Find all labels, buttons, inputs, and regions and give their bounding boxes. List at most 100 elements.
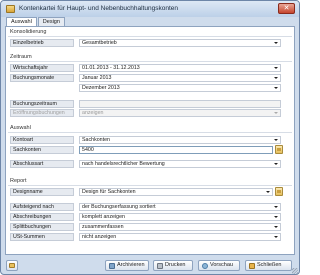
abschreibungen-label: Abschreibungen xyxy=(10,213,74,221)
buchungszeitraum-field xyxy=(79,100,281,108)
einzelbetrieb-value: Gesamtbetrieb xyxy=(82,40,117,46)
preview-button[interactable]: Vorschau xyxy=(198,260,240,271)
title-bar: Kontenkartei für Haupt- und Nebenbuchhal… xyxy=(1,1,299,17)
folder-app-icon xyxy=(6,5,15,13)
chevron-down-icon xyxy=(274,226,278,228)
row-eroeffnungsbuchungen: Eröffnungsbuchungen anzeigen xyxy=(10,109,281,117)
buchungsmonate-from-value: Januar 2013 xyxy=(82,75,112,81)
print-button-label: Drucken xyxy=(165,262,186,268)
einzelbetrieb-select[interactable]: Gesamtbetrieb xyxy=(79,39,281,47)
kontenkartei-window: Kontenkartei für Haupt- und Nebenbuchhal… xyxy=(0,0,300,275)
buchungszeitraum-label: Buchungszeitraum xyxy=(10,100,74,108)
aufsteigend-value: der Buchungserfassung sortiert xyxy=(82,204,156,210)
chevron-down-icon xyxy=(274,206,278,208)
kontoart-label: Kontoart xyxy=(10,136,74,144)
chevron-down-icon xyxy=(274,236,278,238)
printer-icon xyxy=(157,263,163,269)
help-button[interactable] xyxy=(6,260,18,271)
archive-button-label: Archivieren xyxy=(117,262,145,268)
window-title: Kontenkartei für Haupt- und Nebenbuchhal… xyxy=(19,5,178,12)
close-dialog-button[interactable]: Schließen xyxy=(245,260,292,271)
sachkonten-label: Sachkonten xyxy=(10,146,74,154)
aufsteigend-label: Aufsteigend nach xyxy=(10,203,74,211)
abschreibungen-select[interactable]: komplett anzeigen xyxy=(79,213,281,221)
abschlussart-select[interactable]: nach handelsrechtlicher Bewertung xyxy=(79,160,281,168)
chevron-down-icon xyxy=(274,77,278,79)
book-icon xyxy=(9,263,15,268)
splittbuchungen-select[interactable]: zusammenfassen xyxy=(79,223,281,231)
resize-grip[interactable] xyxy=(292,268,298,274)
aufsteigend-select[interactable]: der Buchungserfassung sortiert xyxy=(79,203,281,211)
kontoart-value: Sachkonten xyxy=(82,137,110,143)
chevron-down-icon xyxy=(266,191,270,193)
chevron-down-icon xyxy=(274,163,278,165)
kontoart-select[interactable]: Sachkonten xyxy=(79,136,281,144)
row-buchungszeitraum: Buchungszeitraum xyxy=(10,100,281,108)
section-divider xyxy=(8,61,292,62)
close-button-label: Schließen xyxy=(257,262,282,268)
buchungsmonate-to-select[interactable]: Dezember 2013 xyxy=(79,84,281,92)
abschlussart-label: Abschlussart xyxy=(10,160,74,168)
row-buchungsmonate: Buchungsmonate Januar 2013 xyxy=(10,74,281,82)
sachkonten-input[interactable]: 5400 xyxy=(79,146,273,154)
folder-browse-icon[interactable] xyxy=(275,187,283,196)
wirtschaftsjahr-label: Wirtschaftsjahr xyxy=(10,64,74,72)
row-kontoart: Kontoart Sachkonten xyxy=(10,136,281,144)
magnifier-icon xyxy=(202,263,208,269)
row-ust-summen: USt-Summen nicht anzeigen xyxy=(10,233,281,241)
archive-icon xyxy=(109,263,115,269)
row-aufsteigend: Aufsteigend nach der Buchungserfassung s… xyxy=(10,203,281,211)
buchungsmonate-label: Buchungsmonate xyxy=(10,74,74,82)
designname-value: Design für Sachkonten xyxy=(82,189,136,195)
chevron-down-icon xyxy=(274,67,278,69)
row-abschlussart: Abschlussart nach handelsrechtlicher Bew… xyxy=(10,160,281,168)
chevron-down-icon xyxy=(274,216,278,218)
archive-button[interactable]: Archivieren xyxy=(105,260,149,271)
row-designname: Designname Design für Sachkonten xyxy=(10,187,283,196)
buchungsmonate-to-value: Dezember 2013 xyxy=(82,85,120,91)
ust-summen-select[interactable]: nicht anzeigen xyxy=(79,233,281,241)
chevron-down-icon xyxy=(274,42,278,44)
splittbuchungen-value: zusammenfassen xyxy=(82,224,124,230)
button-bar: Archivieren Drucken Vorschau Schließen xyxy=(1,257,299,274)
auswahl-panel: Konsolidierung Einzelbetrieb Gesamtbetri… xyxy=(5,26,295,255)
buchungsmonate-from-select[interactable]: Januar 2013 xyxy=(79,74,281,82)
abschlussart-value: nach handelsrechtlicher Bewertung xyxy=(82,161,165,167)
folder-browse-icon[interactable] xyxy=(275,145,283,154)
tab-bar: Auswahl Design xyxy=(6,17,66,27)
section-title-konsolidierung: Konsolidierung xyxy=(10,29,47,35)
wirtschaftsjahr-select[interactable]: 01.01.2013 - 31.12.2013 xyxy=(79,64,281,72)
eroeffnungsbuchungen-select: anzeigen xyxy=(79,109,281,117)
sachkonten-value: 5400 xyxy=(82,147,94,153)
ust-summen-value: nicht anzeigen xyxy=(82,234,117,240)
row-abschreibungen: Abschreibungen komplett anzeigen xyxy=(10,213,281,221)
section-title-report: Report xyxy=(10,178,27,184)
section-divider xyxy=(8,185,292,186)
chevron-down-icon xyxy=(274,139,278,141)
window-close-button[interactable]: ✕ xyxy=(278,3,295,14)
abschreibungen-value: komplett anzeigen xyxy=(82,214,125,220)
section-title-zeitraum: Zeitraum xyxy=(10,54,32,60)
chevron-down-icon xyxy=(274,112,278,114)
row-sachkonten: Sachkonten 5400 xyxy=(10,145,283,154)
designname-select[interactable]: Design für Sachkonten xyxy=(79,188,273,196)
eroeffnungsbuchungen-label: Eröffnungsbuchungen xyxy=(10,109,74,117)
designname-label: Designname xyxy=(10,188,74,196)
wirtschaftsjahr-value: 01.01.2013 - 31.12.2013 xyxy=(82,65,140,71)
section-divider xyxy=(8,132,292,133)
eroeffnungsbuchungen-value: anzeigen xyxy=(82,110,104,116)
section-divider xyxy=(8,36,292,37)
preview-button-label: Vorschau xyxy=(210,262,233,268)
ust-summen-label: USt-Summen xyxy=(10,233,74,241)
tab-design[interactable]: Design xyxy=(37,17,65,26)
einzelbetrieb-label: Einzelbetrieb xyxy=(10,39,74,47)
exit-icon xyxy=(249,263,255,269)
row-wirtschaftsjahr: Wirtschaftsjahr 01.01.2013 - 31.12.2013 xyxy=(10,64,281,72)
chevron-down-icon xyxy=(274,87,278,89)
print-button[interactable]: Drucken xyxy=(153,260,193,271)
row-buchungsmonate-to: Dezember 2013 xyxy=(10,84,281,92)
row-splittbuchungen: Splittbuchungen zusammenfassen xyxy=(10,223,281,231)
section-title-auswahl: Auswahl xyxy=(10,125,31,131)
splittbuchungen-label: Splittbuchungen xyxy=(10,223,74,231)
row-einzelbetrieb: Einzelbetrieb Gesamtbetrieb xyxy=(10,39,281,47)
